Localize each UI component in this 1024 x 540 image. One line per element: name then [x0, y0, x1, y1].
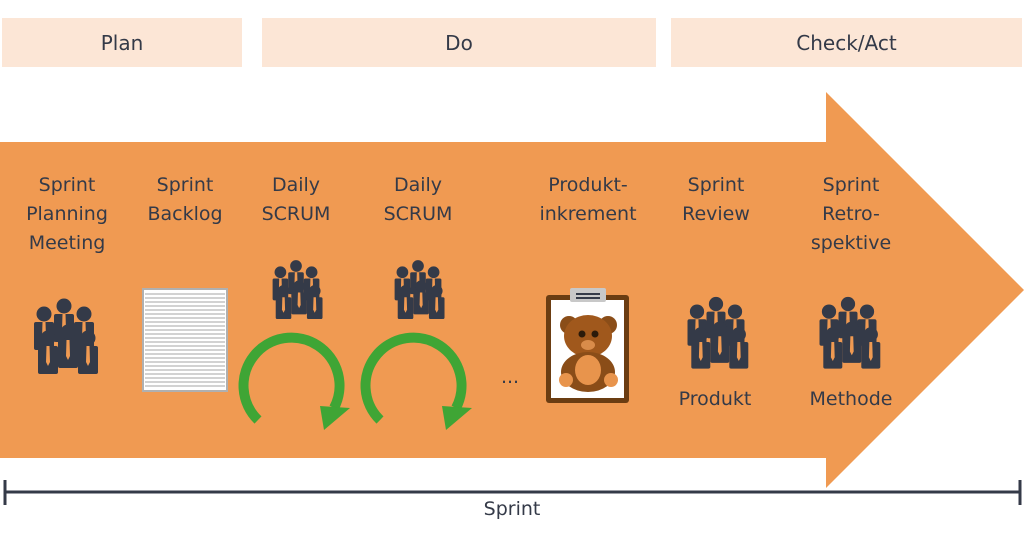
- sprint-diagram: [0, 92, 1024, 505]
- step-label: Daily SCRUM: [383, 174, 453, 225]
- step-caption: Produkt: [678, 388, 752, 410]
- ellipsis: ...: [500, 366, 520, 388]
- step-label: Sprint Backlog: [147, 174, 223, 225]
- step-label: Produkt- inkrement: [539, 174, 637, 225]
- step-caption: Methode: [809, 388, 893, 410]
- people-group-icon: [688, 297, 749, 369]
- people-group-icon: [273, 260, 323, 319]
- step-label: Sprint Review: [682, 174, 750, 225]
- timeline-label: Sprint: [483, 498, 541, 520]
- step-label: Daily SCRUM: [261, 174, 331, 225]
- people-group-icon: [395, 260, 445, 319]
- step-label: Sprint Retro- spektive: [810, 174, 892, 254]
- people-group-icon: [820, 297, 881, 369]
- teddy-bear-clipboard-icon: [546, 288, 629, 403]
- people-group-icon: [34, 299, 98, 375]
- step-label: Sprint Planning Meeting: [26, 174, 108, 254]
- document-icon: [142, 288, 228, 392]
